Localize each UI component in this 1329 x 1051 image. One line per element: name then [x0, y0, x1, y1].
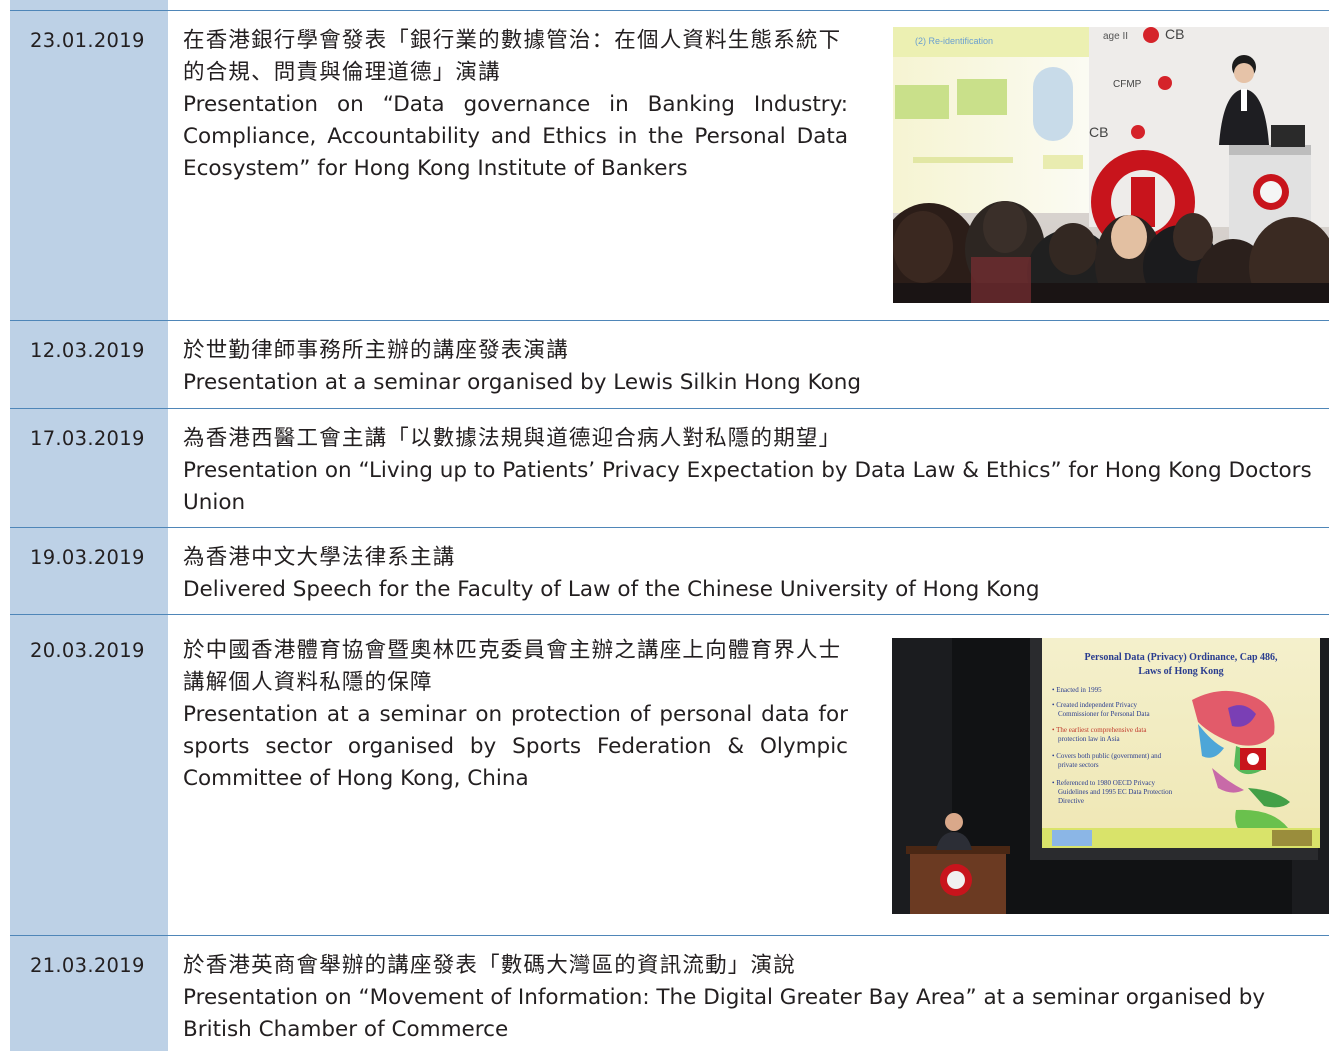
svg-text:• Covers both public (governme: • Covers both public (government) and — [1052, 752, 1162, 760]
entry-description: 於中國香港體育協會暨奧林匹克委員會主辦之講座上向體育界人士講解個人資料私隱的保障… — [183, 635, 848, 795]
entry-date: 17.03.2019 — [30, 427, 145, 450]
entry-english-text: Presentation on “Data governance in Bank… — [183, 92, 848, 181]
row-divider — [10, 10, 1329, 11]
svg-text:• The earliest comprehensive d: • The earliest comprehensive data — [1052, 726, 1147, 734]
svg-text:CB: CB — [1089, 124, 1108, 140]
svg-text:CB: CB — [1165, 27, 1184, 42]
entry-english-text: Presentation on “Living up to Patients’ … — [183, 458, 1312, 515]
svg-text:• Referenced to 1980 OECD Priv: • Referenced to 1980 OECD Privacy — [1052, 779, 1155, 787]
entry-date: 23.01.2019 — [30, 29, 145, 52]
entry-chinese-text: 在香港銀行學會發表「銀行業的數據管治：在個人資料生態系統下的合規、問責與倫理道德… — [183, 28, 842, 85]
svg-text:protection law in Asia: protection law in Asia — [1058, 735, 1121, 743]
svg-text:(2) Re-identification: (2) Re-identification — [915, 36, 993, 46]
svg-text:• Created independent Privacy: • Created independent Privacy — [1052, 701, 1138, 709]
entry-date: 21.03.2019 — [30, 954, 145, 977]
row-divider — [10, 935, 1329, 936]
svg-text:private sectors: private sectors — [1058, 761, 1099, 769]
slide-title-line: Laws of Hong Kong — [1138, 666, 1223, 677]
row-divider — [10, 320, 1329, 321]
entry-english-text: Presentation at a seminar organised by L… — [183, 370, 862, 395]
entry-description: 在香港銀行學會發表「銀行業的數據管治：在個人資料生態系統下的合規、問責與倫理道德… — [183, 25, 848, 185]
svg-text:Commissioner for Personal Data: Commissioner for Personal Data — [1058, 710, 1150, 718]
entry-english-text: Delivered Speech for the Faculty of Law … — [183, 577, 1040, 602]
row-divider — [10, 614, 1329, 615]
svg-text:• Enacted in 1995: • Enacted in 1995 — [1052, 686, 1102, 694]
svg-text:Directive: Directive — [1058, 797, 1084, 805]
presentation-photo-bankers: (2) Re-identification age II CB CFMP CB — [893, 27, 1329, 303]
presentation-photo-olympic: Personal Data (Privacy) Ordinance, Cap 4… — [892, 638, 1329, 914]
entry-date: 12.03.2019 — [30, 339, 145, 362]
slide-title-line: Personal Data (Privacy) Ordinance, Cap 4… — [1084, 652, 1278, 663]
entry-chinese-text: 於中國香港體育協會暨奧林匹克委員會主辦之講座上向體育界人士講解個人資料私隱的保障 — [183, 638, 842, 695]
entry-chinese-text: 於世勤律師事務所主辦的講座發表演講 — [183, 338, 569, 363]
entry-description: 於世勤律師事務所主辦的講座發表演講 Presentation at a semi… — [183, 335, 1323, 399]
entry-date: 20.03.2019 — [30, 639, 145, 662]
svg-text:CFMP: CFMP — [1113, 79, 1142, 90]
svg-text:Guidelines and 1995 EC Data Pr: Guidelines and 1995 EC Data Protection — [1058, 788, 1173, 796]
row-divider — [10, 527, 1329, 528]
entry-chinese-text: 於香港英商會舉辦的講座發表「數碼大灣區的資訊流動」演說 — [183, 953, 796, 978]
entry-chinese-text: 為香港西醫工會主講「以數據法規與道德迎合病人對私隱的期望」 — [183, 426, 842, 451]
entry-english-text: Presentation on “Movement of Information… — [183, 985, 1266, 1042]
entry-date: 19.03.2019 — [30, 546, 145, 569]
row-divider — [10, 408, 1329, 409]
entry-english-text: Presentation at a seminar on protection … — [183, 702, 848, 791]
entry-description: 於香港英商會舉辦的講座發表「數碼大灣區的資訊流動」演說 Presentation… — [183, 950, 1323, 1046]
entry-description: 為香港中文大學法律系主講 Delivered Speech for the Fa… — [183, 542, 1323, 606]
svg-text:age II: age II — [1103, 31, 1128, 42]
entry-description: 為香港西醫工會主講「以數據法規與道德迎合病人對私隱的期望」 Presentati… — [183, 423, 1323, 519]
entry-chinese-text: 為香港中文大學法律系主講 — [183, 545, 456, 570]
date-column-background — [10, 0, 168, 1051]
